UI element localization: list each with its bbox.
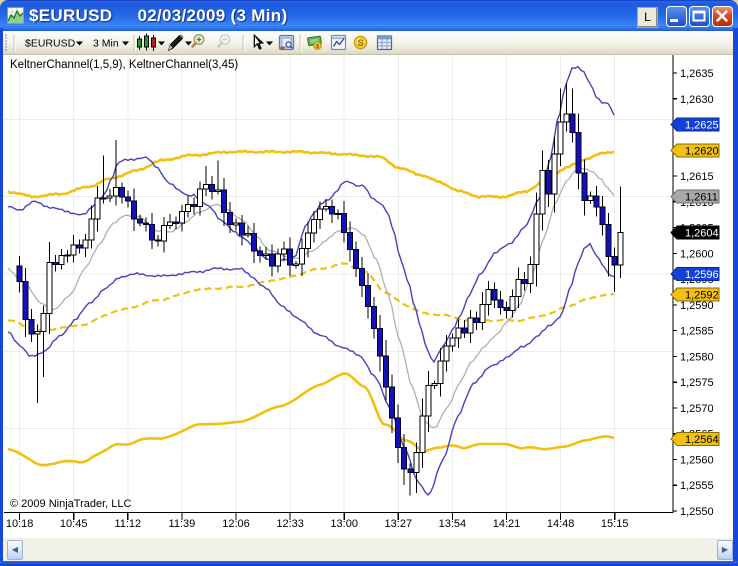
svg-text:$: $	[316, 44, 319, 50]
svg-text:1,2564: 1,2564	[685, 434, 719, 446]
svg-text:14:21: 14:21	[493, 518, 521, 530]
svg-text:© 2009 NinjaTrader, LLC: © 2009 NinjaTrader, LLC	[10, 498, 131, 510]
svg-text:1,2550: 1,2550	[680, 506, 714, 518]
svg-text:1,2585: 1,2585	[680, 326, 714, 338]
svg-text:15:15: 15:15	[601, 518, 629, 530]
svg-text:1,2575: 1,2575	[680, 377, 714, 389]
svg-text:1,2611: 1,2611	[685, 192, 718, 204]
svg-text:1,2570: 1,2570	[680, 403, 714, 415]
svg-text:11:12: 11:12	[114, 518, 141, 530]
svg-text:1,2635: 1,2635	[680, 68, 714, 80]
svg-text:1,2560: 1,2560	[680, 455, 714, 467]
svg-text:S: S	[357, 38, 363, 48]
svg-text:11:39: 11:39	[169, 518, 196, 530]
svg-text:13:27: 13:27	[385, 518, 413, 530]
svg-text:10:18: 10:18	[6, 518, 34, 530]
svg-text:KeltnerChannel(1,5,9), Keltner: KeltnerChannel(1,5,9), KeltnerChannel(3,…	[10, 59, 238, 71]
svg-text:14:48: 14:48	[547, 518, 575, 530]
svg-text:13:54: 13:54	[439, 518, 467, 530]
svg-text:1,2555: 1,2555	[680, 480, 714, 492]
svg-text:$EURUSD: $EURUSD	[25, 38, 76, 50]
svg-text:12:33: 12:33	[276, 518, 304, 530]
svg-text:1,2625: 1,2625	[685, 120, 719, 132]
svg-text:1,2600: 1,2600	[680, 248, 714, 260]
svg-text:1,2580: 1,2580	[680, 351, 714, 363]
svg-text:12:06: 12:06	[222, 518, 250, 530]
svg-text:1,2615: 1,2615	[680, 171, 714, 183]
svg-text:1,2620: 1,2620	[685, 145, 719, 157]
svg-text:13:00: 13:00	[330, 518, 358, 530]
svg-text:1,2596: 1,2596	[685, 269, 719, 281]
svg-text:1,2604: 1,2604	[685, 228, 719, 240]
svg-text:10:45: 10:45	[60, 518, 88, 530]
svg-text:3 Min: 3 Min	[93, 38, 119, 50]
svg-text:1,2630: 1,2630	[680, 94, 714, 106]
svg-text:1,2592: 1,2592	[685, 290, 719, 302]
svg-text:1,2590: 1,2590	[680, 300, 714, 312]
